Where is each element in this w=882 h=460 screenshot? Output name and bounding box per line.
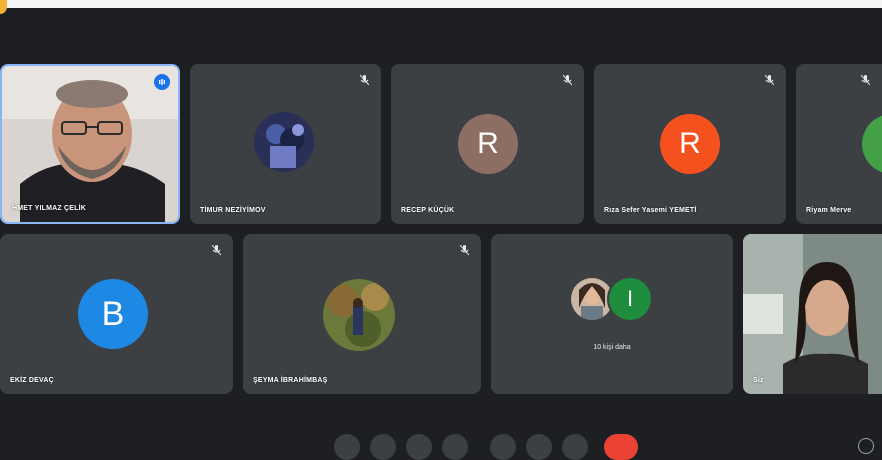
mic-off-icon	[359, 74, 369, 86]
end-call-button[interactable]	[604, 434, 638, 460]
participant-avatar-5: B	[78, 279, 148, 349]
participant-photo-1	[254, 112, 314, 172]
group-initial-avatar: I	[607, 276, 653, 322]
participant-name-self: Siz	[753, 377, 764, 384]
raise-hand-button[interactable]	[442, 434, 468, 460]
participant-name-3: Rıza Sefer Yasemi YEMETİ	[604, 207, 697, 214]
meeting-details[interactable]	[10, 440, 120, 450]
participant-tile-5[interactable]: B EKİZ DEVAÇ	[0, 234, 233, 394]
participant-tile-2[interactable]: R RECEP KÜÇÜK	[391, 64, 584, 224]
participant-tile-3[interactable]: R Rıza Sefer Yasemi YEMETİ	[594, 64, 786, 224]
call-toolbar	[0, 404, 882, 460]
captions-button[interactable]	[406, 434, 432, 460]
participant-name-2: RECEP KÜÇÜK	[401, 207, 455, 214]
participant-tile-6[interactable]: ŞEYMA İBRAHİMBAŞ	[243, 234, 481, 394]
mic-off-icon	[459, 244, 469, 256]
participant-photo-6	[323, 279, 395, 351]
participant-grid: HMET YILMAZ ÇELİK TİMUR NEZİYİMOV R RECE…	[0, 0, 882, 447]
mic-off-icon	[764, 74, 774, 86]
camera-button[interactable]	[370, 434, 396, 460]
participant-name-5: EKİZ DEVAÇ	[10, 377, 54, 384]
participant-tile-self[interactable]: Siz	[743, 234, 882, 394]
participant-name-1: TİMUR NEZİYİMOV	[200, 207, 266, 214]
participant-video-0	[2, 66, 178, 222]
mic-off-icon	[562, 74, 572, 86]
mic-button[interactable]	[334, 434, 360, 460]
present-button[interactable]	[490, 434, 516, 460]
participant-avatar-3: R	[660, 114, 720, 174]
reactions-button[interactable]	[526, 434, 552, 460]
info-icon[interactable]	[858, 438, 874, 454]
more-participants-label: 10 kişi daha	[593, 344, 631, 351]
speaking-icon	[154, 74, 170, 90]
participant-tile-4[interactable]: Riyam Merve	[796, 64, 882, 224]
mic-off-icon	[211, 244, 221, 256]
participant-video-self	[743, 234, 882, 394]
participant-tile-1[interactable]: TİMUR NEZİYİMOV	[190, 64, 381, 224]
participant-tile-0[interactable]: HMET YILMAZ ÇELİK	[0, 64, 180, 224]
mic-off-icon	[860, 74, 870, 86]
participant-avatar-4	[862, 114, 882, 174]
participant-name-0: HMET YILMAZ ÇELİK	[12, 205, 87, 212]
participant-avatar-2: R	[458, 114, 518, 174]
more-options-button[interactable]	[562, 434, 588, 460]
participant-tile-more[interactable]: I 10 kişi daha	[491, 234, 733, 394]
participant-name-6: ŞEYMA İBRAHİMBAŞ	[253, 377, 328, 384]
participant-name-4: Riyam Merve	[806, 207, 852, 214]
